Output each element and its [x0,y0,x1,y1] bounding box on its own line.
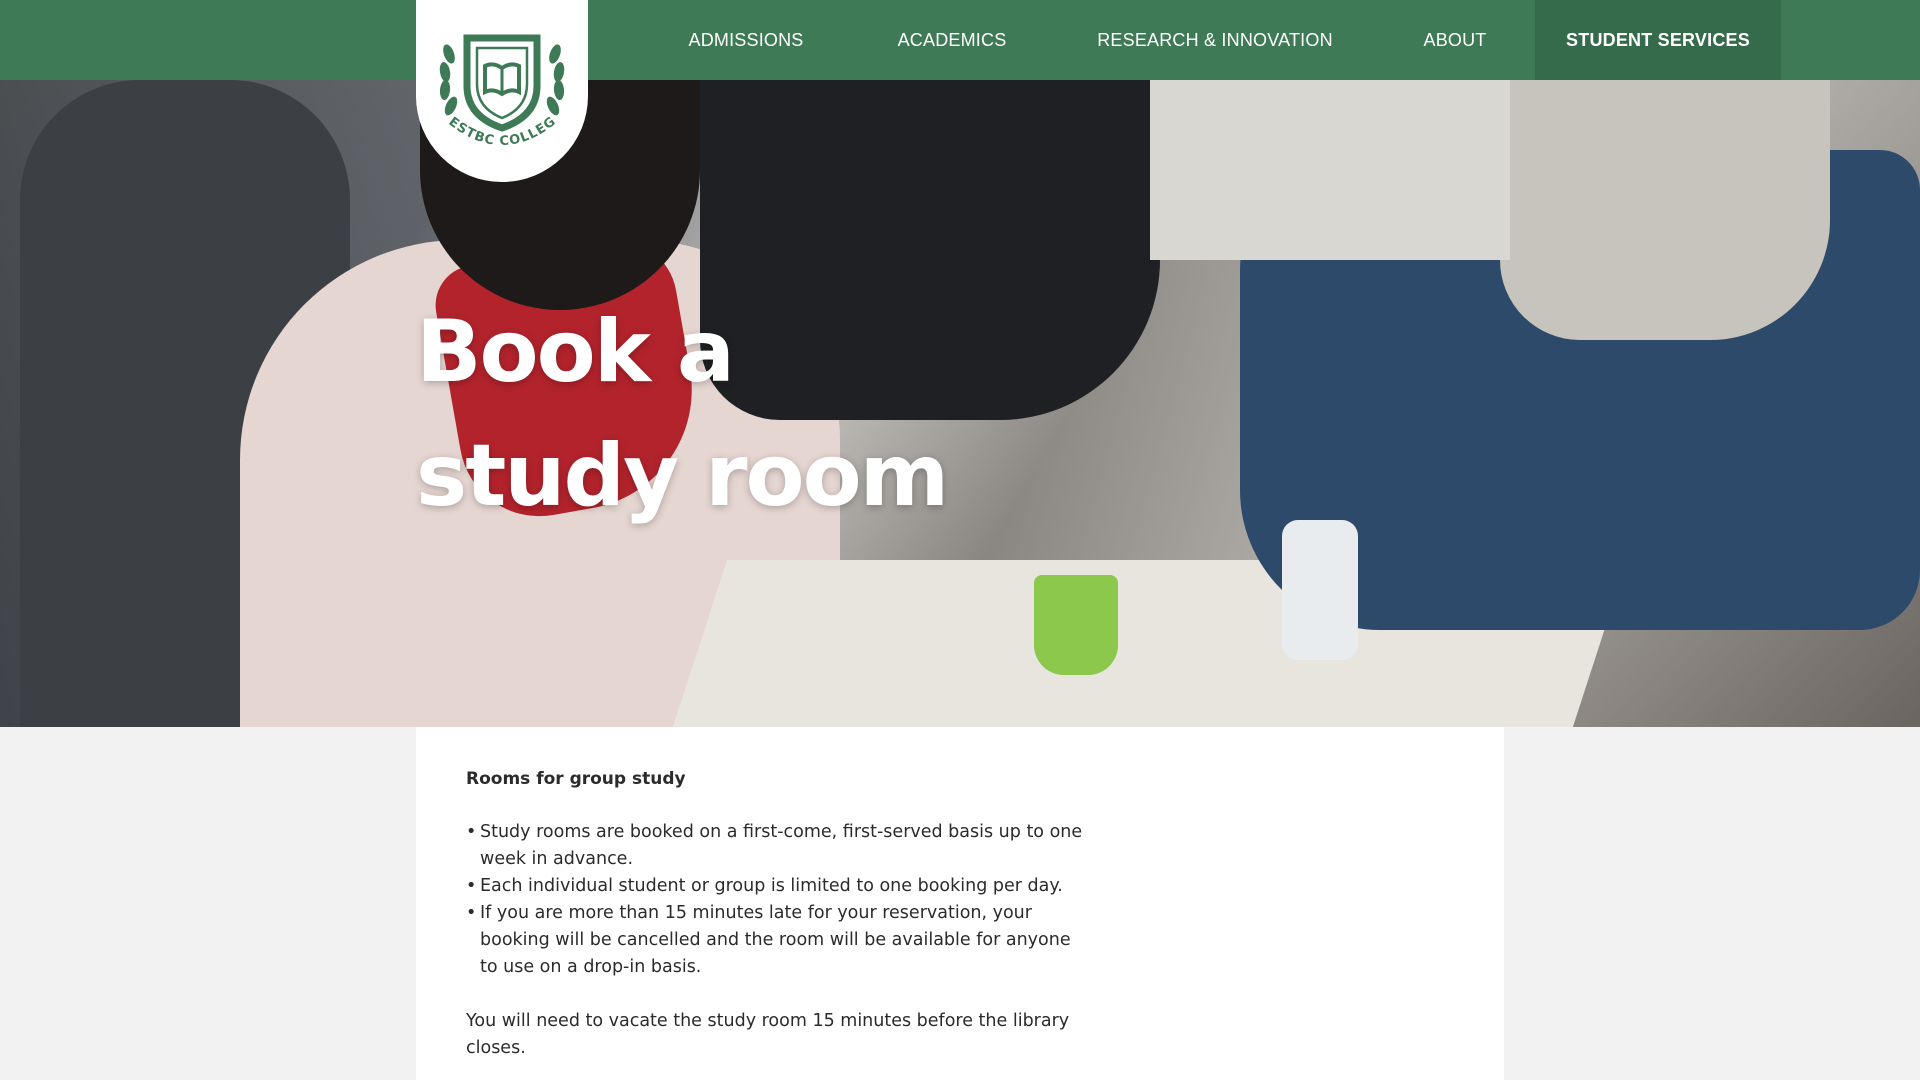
list-item-text: If you are more than 15 minutes late for… [480,903,1071,977]
closing-paragraph: You will need to vacate the study room 1… [466,1011,1070,1058]
open-book-shield-icon: BESTBC COLLEGE [427,16,565,149]
hero-photo-sweater [1500,80,1830,340]
rules-list: • Study rooms are booked on a first-come,… [466,819,1086,981]
bullet-icon: • [466,822,477,842]
nav-item-about[interactable]: ABOUT [1400,0,1510,80]
page-title: Book a study room [416,290,1016,538]
list-item-text: Each individual student or group is limi… [480,876,1063,896]
hero-photo-cup [1034,575,1118,675]
hero-banner: Book a study room [0,80,1920,727]
nav-item-student-services[interactable]: STUDENT SERVICES [1535,0,1781,80]
college-logo[interactable]: BESTBC COLLEGE [416,0,588,182]
hero-photo-window [1150,80,1510,260]
list-item-text: Study rooms are booked on a first-come, … [480,822,1083,869]
list-item: • If you are more than 15 minutes late fo… [466,900,1086,981]
nav-item-research-innovation[interactable]: RESEARCH & INNOVATION [1090,0,1340,80]
list-item: • Each individual student or group is lim… [466,873,1086,900]
page-title-line2: study room [416,426,949,526]
page-title-line1: Book a [416,302,735,402]
section-heading: Rooms for group study [466,769,686,789]
nav-item-admissions[interactable]: ADMISSIONS [668,0,824,80]
nav-menu: ADMISSIONS ACADEMICS RESEARCH & INNOVATI… [0,0,1920,80]
bullet-icon: • [466,876,477,896]
bullet-icon: • [466,903,477,923]
top-navigation-bar: ADMISSIONS ACADEMICS RESEARCH & INNOVATI… [0,0,1920,80]
main-content: Rooms for group study • Study rooms are b… [416,727,1504,1080]
list-item: • Study rooms are booked on a first-come,… [466,819,1086,873]
hero-photo-pencil-case [1282,520,1358,660]
nav-item-academics[interactable]: ACADEMICS [878,0,1026,80]
